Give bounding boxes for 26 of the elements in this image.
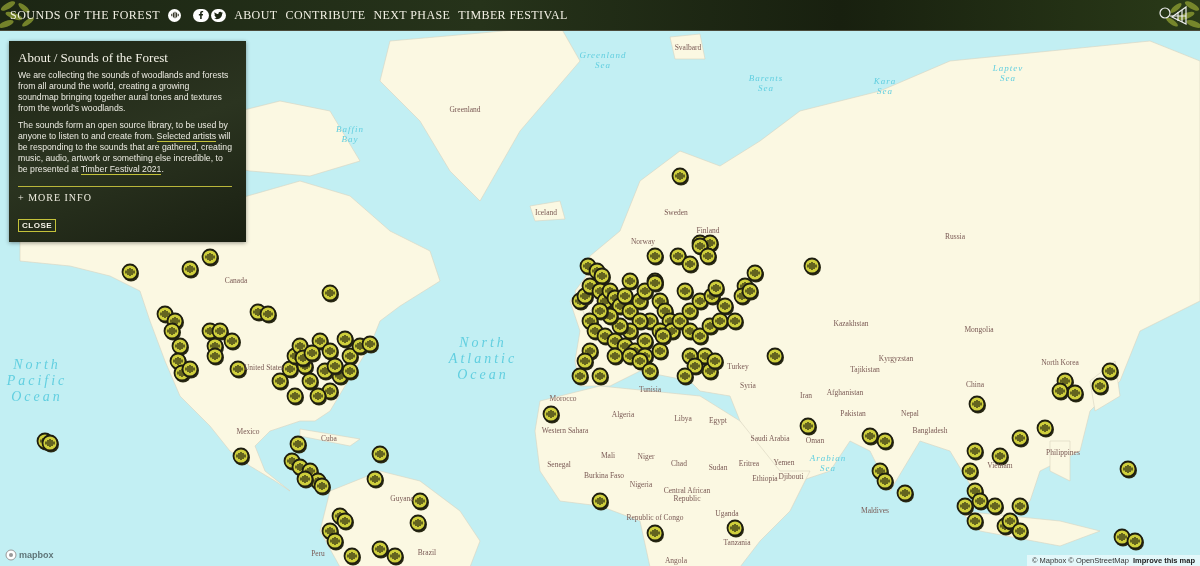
leaf-drawing: [1164, 0, 1200, 30]
mapbox-logo-icon: [5, 549, 17, 561]
more-info-link[interactable]: + MORE INFO: [18, 192, 232, 203]
nav-link[interactable]: TIMBER FESTIVAL: [458, 7, 568, 23]
water-label: Kara Sea: [873, 76, 897, 96]
nav-link[interactable]: ABOUT: [234, 7, 278, 23]
close-button[interactable]: CLOSE: [18, 219, 57, 232]
sound-icon[interactable]: [168, 8, 182, 22]
facebook-icon[interactable]: [193, 8, 210, 22]
water-label: North Pacific Ocean: [6, 357, 68, 405]
site-title[interactable]: SOUNDS OF THE FOREST: [10, 7, 161, 23]
water-label: Baffin Bay: [336, 124, 364, 144]
mapbox-logo-text: mapbox: [19, 550, 54, 560]
water-label: Greenland Sea: [579, 50, 627, 70]
water-label: Barents Sea: [748, 73, 784, 93]
text-link[interactable]: Selected artists: [156, 131, 216, 142]
nav-link[interactable]: NEXT PHASE: [373, 7, 451, 23]
panel-title: About / Sounds of the Forest: [18, 50, 169, 66]
twitter-icon[interactable]: [211, 8, 227, 22]
logo-icon[interactable]: [1158, 5, 1188, 25]
panel-paragraph: The sounds form an open source library, to be used by anyone to listen to and create from. Selected artists will be responding to the sounds that are gathered, creating music, audio, artwork or something else incredible, to be presented at Timber Festival 2021.: [18, 120, 232, 175]
panel-paragraph: We are collecting the sounds of woodlands and forests from all around the world, creating a growing soundmap bringing together aural tones and textures from the world’s woodlands.: [18, 70, 230, 114]
water-label: Laptev Sea: [992, 63, 1024, 83]
water-label: North Atlantic Ocean: [448, 335, 518, 383]
water-label: Arabian Sea: [809, 453, 847, 473]
nav-link[interactable]: CONTRIBUTE: [285, 7, 366, 23]
